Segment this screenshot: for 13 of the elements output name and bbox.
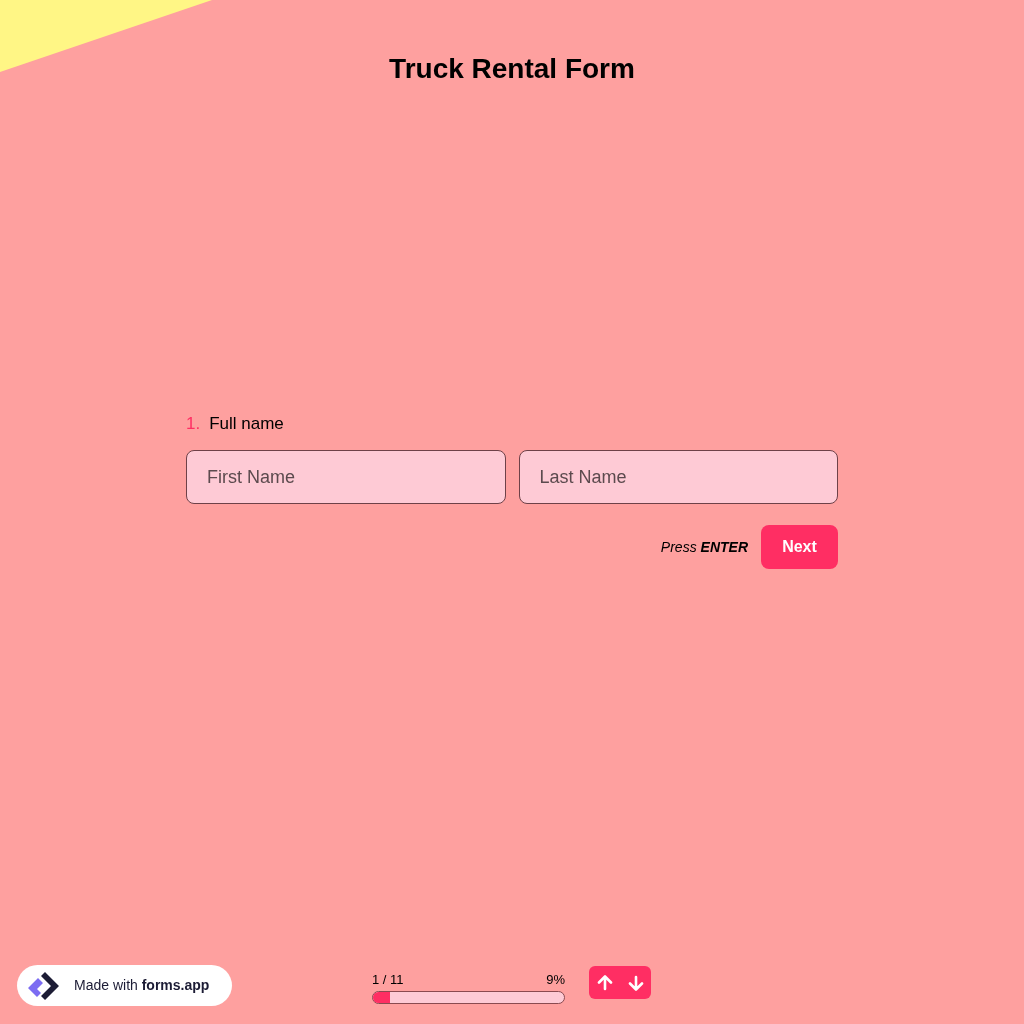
form-title: Truck Rental Form xyxy=(389,52,635,86)
made-with-badge[interactable]: Made with forms.app xyxy=(17,965,232,1006)
badge-text: Made with forms.app xyxy=(74,976,210,995)
next-button[interactable]: Next xyxy=(761,525,838,569)
question-label: Full name xyxy=(209,413,284,436)
arrow-up-icon xyxy=(596,974,613,991)
arrow-down-icon xyxy=(627,974,644,991)
text-input-field[interactable]: Last Name xyxy=(518,450,838,504)
step-counter: 1 / 11 xyxy=(372,972,404,988)
press-enter-hint: Press ENTER xyxy=(660,537,748,557)
progress-percent: 9% xyxy=(546,972,565,988)
text-input-field[interactable]: First Name xyxy=(186,450,506,504)
question-number: 1. xyxy=(186,413,201,436)
